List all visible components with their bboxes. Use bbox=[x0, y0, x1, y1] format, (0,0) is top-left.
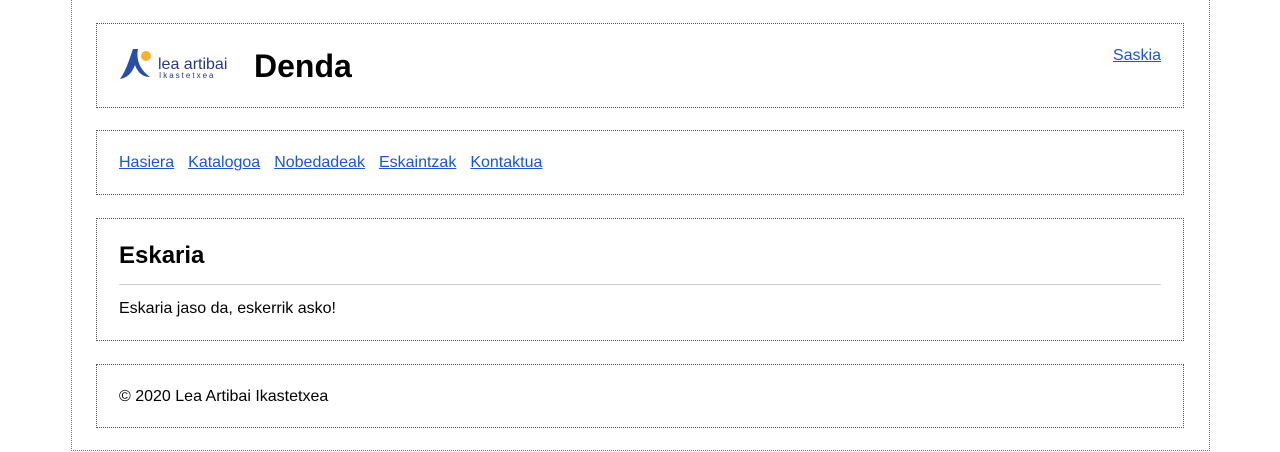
nav-item-katalogoa: Katalogoa bbox=[188, 153, 260, 173]
site-header: lea artibai Ikastetxea Denda Saskia bbox=[96, 23, 1184, 108]
nav-list: Hasiera Katalogoa Nobedadeak Eskaintzak … bbox=[119, 153, 542, 173]
nav-item-nobedadeak: Nobedadeak bbox=[274, 153, 365, 173]
page-title: Eskaria bbox=[119, 242, 205, 269]
main-content: Eskaria Eskaria jaso da, eskerrik asko! bbox=[96, 218, 1184, 341]
nav-item-kontaktua: Kontaktua bbox=[470, 153, 542, 173]
site-logo[interactable]: lea artibai Ikastetxea bbox=[119, 47, 241, 81]
logo-subtext: Ikastetxea bbox=[159, 71, 215, 80]
nav-link-eskaintzak[interactable]: Eskaintzak bbox=[379, 154, 456, 171]
nav-link-nobedadeak[interactable]: Nobedadeak bbox=[274, 154, 365, 171]
main-nav: Hasiera Katalogoa Nobedadeak Eskaintzak … bbox=[96, 130, 1184, 195]
site-title: Denda bbox=[254, 48, 352, 84]
site-footer: © 2020 Lea Artibai Ikastetxea bbox=[96, 364, 1184, 428]
nav-link-hasiera[interactable]: Hasiera bbox=[119, 154, 174, 171]
title-divider bbox=[119, 284, 1161, 285]
page-container: lea artibai Ikastetxea Denda Saskia Hasi… bbox=[71, 0, 1210, 451]
nav-item-hasiera: Hasiera bbox=[119, 153, 174, 173]
cart-link[interactable]: Saskia bbox=[1113, 46, 1161, 66]
lea-artibai-logo-icon: lea artibai Ikastetxea bbox=[120, 49, 227, 80]
copyright-text: © 2020 Lea Artibai Ikastetxea bbox=[119, 388, 329, 405]
nav-link-katalogoa[interactable]: Katalogoa bbox=[188, 154, 260, 171]
nav-link-kontaktua[interactable]: Kontaktua bbox=[470, 154, 542, 171]
nav-item-eskaintzak: Eskaintzak bbox=[379, 153, 456, 173]
order-confirmation-message: Eskaria jaso da, eskerrik asko! bbox=[119, 300, 336, 317]
